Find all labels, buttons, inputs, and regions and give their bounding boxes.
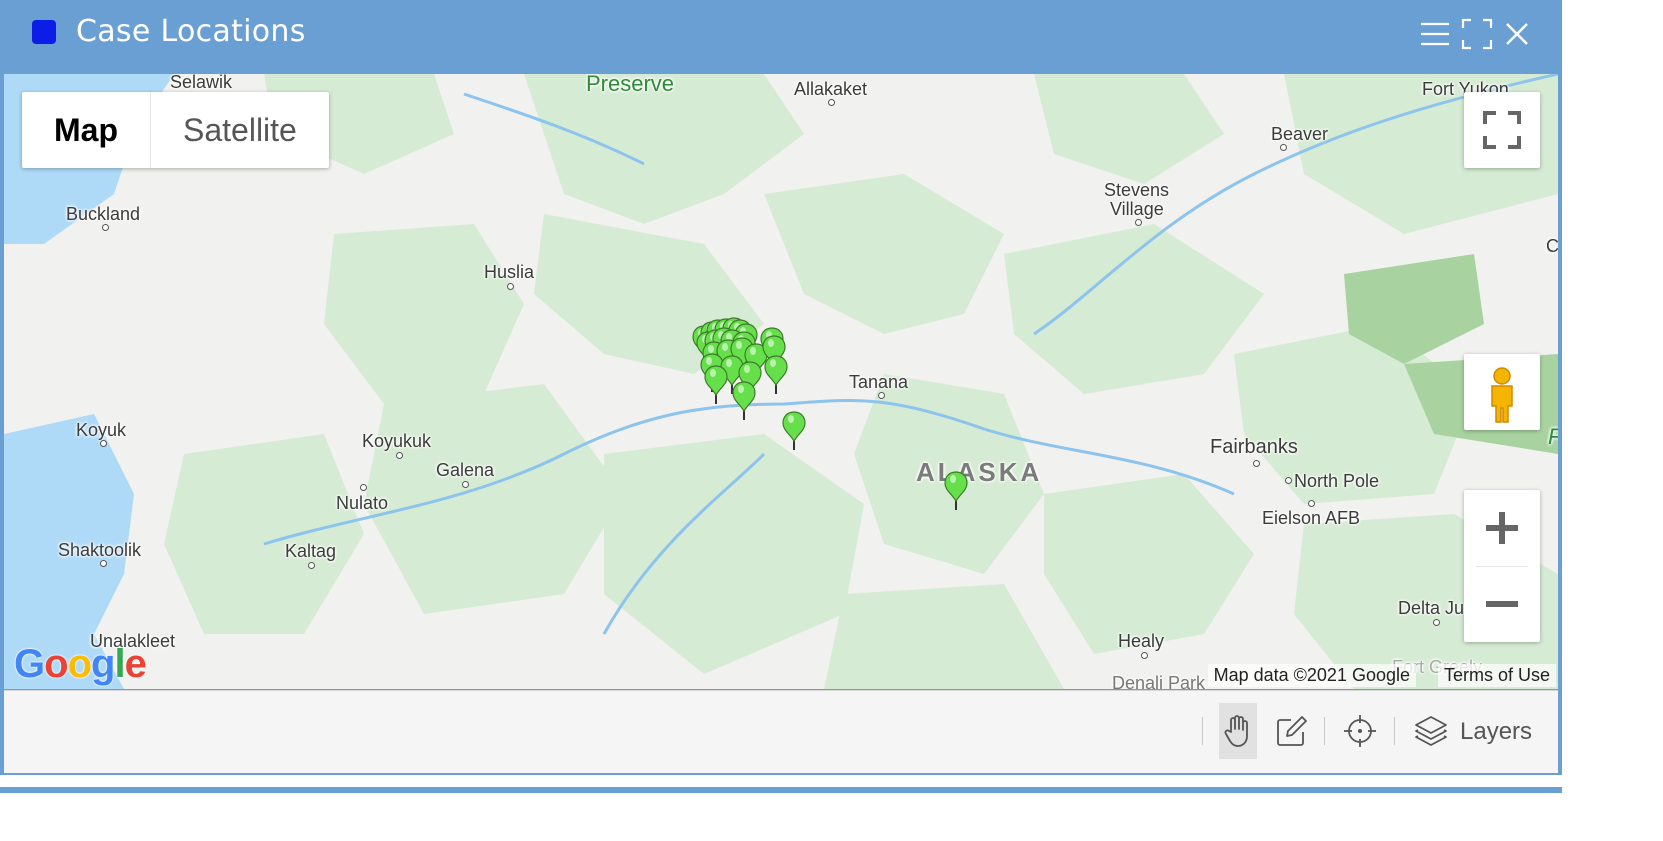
title-bar: Case Locations (0, 0, 1562, 70)
edit-pencil-icon (1277, 716, 1307, 746)
toolbar-separator (1394, 717, 1395, 745)
toolbar-separator (1202, 717, 1203, 745)
map-type-control: Map Satellite (22, 92, 329, 168)
zoom-out-button[interactable] (1464, 567, 1540, 642)
window-title: Case Locations (76, 14, 306, 49)
edit-tool-button[interactable] (1273, 703, 1311, 759)
plus-icon (1486, 512, 1518, 544)
case-locations-window: Case Locations Selawik Preserve Allakake… (0, 0, 1562, 775)
case-marker[interactable] (764, 355, 788, 394)
map-toolbar: Layers (4, 690, 1558, 773)
terms-of-use-link[interactable]: Terms of Use (1437, 664, 1556, 687)
pan-tool-button[interactable] (1219, 703, 1257, 759)
pegman-icon (1491, 367, 1513, 423)
street-view-pegman[interactable] (1464, 354, 1540, 430)
close-icon[interactable] (1500, 17, 1534, 51)
pan-hand-icon (1224, 715, 1248, 747)
layers-button[interactable] (1412, 703, 1450, 759)
maximize-icon[interactable] (1460, 17, 1494, 51)
case-marker[interactable] (732, 381, 756, 420)
google-logo[interactable]: Google (14, 642, 147, 687)
case-marker[interactable] (944, 471, 968, 510)
minus-icon (1486, 601, 1518, 607)
map-view[interactable]: Selawik Preserve Allakaket Fort Yukon Be… (4, 74, 1558, 689)
case-marker[interactable] (782, 411, 806, 450)
fullscreen-button[interactable] (1464, 92, 1540, 168)
crosshair-icon (1344, 715, 1376, 747)
toolbar-separator (1324, 717, 1325, 745)
zoom-control (1464, 490, 1540, 642)
window-bottom-edge (0, 787, 1562, 793)
layers-label[interactable]: Layers (1460, 718, 1532, 746)
locate-tool-button[interactable] (1341, 703, 1379, 759)
map-type-satellite-button[interactable]: Satellite (151, 92, 329, 168)
layers-icon (1415, 716, 1447, 746)
map-type-map-button[interactable]: Map (22, 92, 151, 168)
window-app-icon (32, 20, 56, 44)
fullscreen-icon (1483, 111, 1521, 149)
zoom-in-button[interactable] (1464, 490, 1540, 566)
menu-icon[interactable] (1418, 17, 1452, 51)
map-attribution: Map data ©2021 Google (1207, 664, 1416, 687)
case-marker[interactable] (704, 365, 728, 404)
